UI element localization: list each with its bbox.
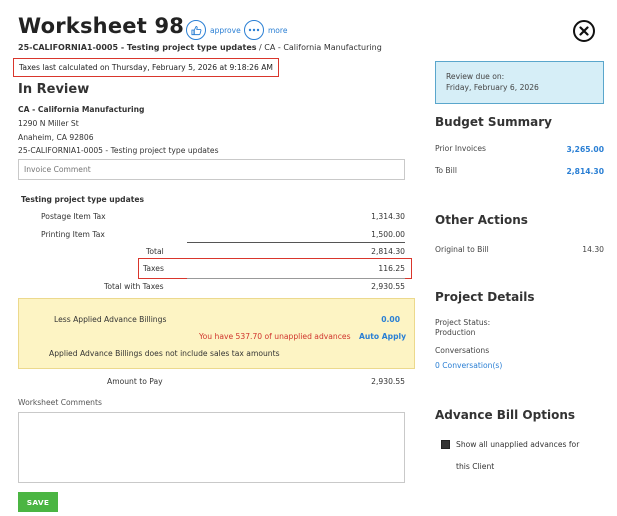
close-button[interactable] xyxy=(573,20,595,42)
tax-calculation-notice: Taxes last calculated on Thursday, Febru… xyxy=(13,58,279,77)
project-line: 25-CALIFORNIA1-0005 - Testing project ty… xyxy=(18,146,219,155)
approve-button[interactable]: approve xyxy=(186,20,241,40)
more-button[interactable]: more xyxy=(244,20,287,40)
budget-summary-title: Budget Summary xyxy=(435,115,552,129)
more-label: more xyxy=(268,25,288,35)
to-bill-value[interactable]: 2,814.30 xyxy=(540,167,604,176)
total-divider xyxy=(187,242,405,243)
prior-invoices-label: Prior Invoices xyxy=(435,144,486,153)
line-item-amount: 1,314.30 xyxy=(371,212,405,221)
other-actions-title: Other Actions xyxy=(435,213,528,227)
to-bill-label: To Bill xyxy=(435,166,457,175)
show-unapplied-checkbox[interactable] xyxy=(441,440,450,449)
auto-apply-link[interactable]: Auto Apply xyxy=(359,332,406,341)
review-due-label: Review due on: xyxy=(446,72,505,81)
invoice-section-title: Testing project type updates xyxy=(21,195,144,204)
original-to-bill-value: 14.30 xyxy=(582,245,604,254)
client-reference: / CA - California Manufacturing xyxy=(256,43,382,52)
total-with-taxes-value: 2,930.55 xyxy=(371,282,405,291)
conversations-label: Conversations xyxy=(435,346,490,355)
thumbs-up-icon xyxy=(186,20,206,40)
client-address-line1: 1290 N Miller St xyxy=(18,119,79,128)
original-to-bill-label: Original to Bill xyxy=(435,245,489,254)
status-heading: In Review xyxy=(18,82,90,97)
prior-invoices-value[interactable]: 3,265.00 xyxy=(540,145,604,154)
review-due-date: Friday, February 6, 2026 xyxy=(446,83,539,92)
worksheet-comments-textarea[interactable] xyxy=(18,412,405,483)
approve-label: approve xyxy=(210,25,241,35)
client-address-line2: Anaheim, CA 92806 xyxy=(18,133,94,142)
line-item-label: Printing Item Tax xyxy=(41,230,105,239)
client-name: CA - California Manufacturing xyxy=(18,105,145,114)
unapplied-advances-notice: You have 537.70 of unapplied advances xyxy=(199,332,351,341)
project-status-value: Production xyxy=(435,328,476,337)
amount-to-pay-label: Amount to Pay xyxy=(107,377,163,386)
show-unapplied-label: Show all unapplied advances for xyxy=(456,440,580,449)
show-unapplied-label-continued: this Client xyxy=(456,462,495,471)
advance-bill-options-title: Advance Bill Options xyxy=(435,408,576,422)
amount-to-pay-value: 2,930.55 xyxy=(371,377,405,386)
project-details-title: Project Details xyxy=(435,290,535,304)
save-button[interactable]: SAVE xyxy=(18,492,58,512)
total-label: Total xyxy=(146,247,164,256)
taxes-label: Taxes xyxy=(143,264,164,273)
advance-tax-note: Applied Advance Billings does not includ… xyxy=(49,349,280,358)
total-with-taxes-label: Total with Taxes xyxy=(104,282,164,291)
line-item-amount: 1,500.00 xyxy=(371,230,405,239)
invoice-comment-input[interactable] xyxy=(18,159,405,180)
page-title: Worksheet 98 xyxy=(18,14,185,38)
taxes-divider xyxy=(187,278,405,279)
review-due-box: Review due on: Friday, February 6, 2026 xyxy=(435,61,604,104)
total-value: 2,814.30 xyxy=(371,247,405,256)
advance-billings-label: Less Applied Advance Billings xyxy=(54,315,167,324)
worksheet-subtitle: 25-CALIFORNIA1-0005 - Testing project ty… xyxy=(18,43,382,52)
taxes-value: 116.25 xyxy=(378,264,405,273)
conversations-link[interactable]: 0 Conversation(s) xyxy=(435,361,502,370)
more-dots-icon xyxy=(244,20,264,40)
line-item-label: Postage Item Tax xyxy=(41,212,106,221)
project-code: 25-CALIFORNIA1-0005 - Testing project ty… xyxy=(18,43,257,52)
advance-billings-value[interactable]: 0.00 xyxy=(330,315,400,324)
close-icon xyxy=(579,26,589,36)
project-status-label: Project Status: xyxy=(435,318,491,327)
worksheet-comments-label: Worksheet Comments xyxy=(18,398,102,407)
